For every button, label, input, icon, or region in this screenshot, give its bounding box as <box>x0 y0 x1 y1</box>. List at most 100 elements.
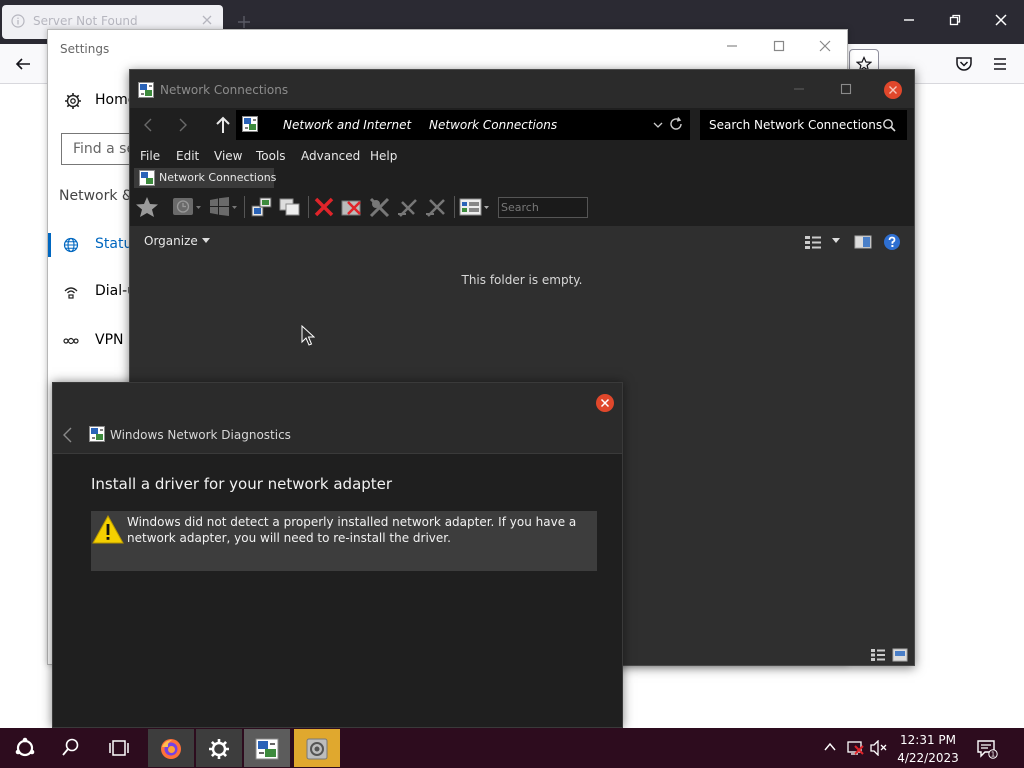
details-view-icon[interactable] <box>870 648 886 662</box>
disconnect-icon[interactable] <box>368 196 392 218</box>
network-connections-icon <box>255 738 279 760</box>
large-icons-view-icon[interactable] <box>892 648 908 662</box>
settings-minimize-button[interactable] <box>725 39 739 53</box>
nc-tab-label: Network Connections <box>159 171 277 184</box>
nc-tab[interactable]: Network Connections <box>134 168 277 188</box>
browser-tab-title: Server Not Found <box>33 14 138 28</box>
notifications-icon[interactable]: 1 <box>976 739 998 759</box>
remove-connection-icon[interactable] <box>424 196 448 218</box>
back-arrow-icon[interactable] <box>140 117 156 133</box>
diagnostics-title: Windows Network Diagnostics <box>110 428 291 442</box>
new-tab-button[interactable] <box>236 14 252 30</box>
close-tab-icon[interactable] <box>200 13 214 27</box>
taskbar: 12:31 PM 4/22/2023 1 <box>0 728 1024 768</box>
network-diagnostics-dialog: Windows Network Diagnostics Install a dr… <box>52 382 623 728</box>
menu-edit[interactable]: Edit <box>176 149 199 163</box>
browser-restore-button[interactable] <box>947 12 963 28</box>
diagnostics-gear-icon <box>306 738 328 760</box>
view-options-icon[interactable] <box>459 196 491 218</box>
pocket-icon[interactable] <box>955 56 973 72</box>
settings-section-heading: Network & <box>59 188 133 204</box>
cut-connection-icon[interactable] <box>396 196 420 218</box>
nav-selected-indicator <box>48 233 51 257</box>
preview-pane-icon[interactable] <box>854 234 872 250</box>
taskbar-firefox[interactable] <box>148 729 194 767</box>
chevron-down-icon[interactable] <box>202 238 210 244</box>
delete-red-x-icon[interactable] <box>313 196 335 218</box>
task-view-button[interactable] <box>96 728 142 768</box>
history-clock-icon[interactable] <box>172 196 202 218</box>
connect-icon[interactable] <box>250 196 274 218</box>
diagnostics-header: Windows Network Diagnostics <box>53 383 622 454</box>
taskbar-settings[interactable] <box>196 729 242 767</box>
breadcrumb-network-and-internet[interactable]: Network and Internet <box>283 118 411 132</box>
favorite-star-icon[interactable] <box>134 196 160 218</box>
hamburger-menu-icon[interactable] <box>992 57 1008 71</box>
volume-muted-icon[interactable] <box>870 740 888 756</box>
menu-tools[interactable]: Tools <box>256 149 286 163</box>
home-gear-icon <box>64 92 82 110</box>
settings-window-title: Settings <box>60 42 110 56</box>
search-icon <box>62 738 79 756</box>
network-connections-icon <box>139 170 155 186</box>
vpn-icon <box>63 333 79 349</box>
windows-logo-icon[interactable] <box>208 196 238 218</box>
warning-icon <box>92 514 124 544</box>
nc-search-input[interactable]: Search Network Connections <box>700 110 907 140</box>
toolbar-separator <box>308 196 309 218</box>
forward-arrow-icon[interactable] <box>175 117 191 133</box>
taskbar-network-diagnostics[interactable] <box>294 729 340 767</box>
settings-nav-status[interactable]: Status <box>48 230 140 260</box>
start-button[interactable] <box>2 728 48 768</box>
settings-search-placeholder: Find a se <box>73 141 136 157</box>
refresh-icon[interactable] <box>668 116 684 132</box>
copy-connection-icon[interactable] <box>278 196 302 218</box>
diag-close-button[interactable] <box>595 393 615 413</box>
chevron-down-icon[interactable] <box>652 120 664 130</box>
nc-search-placeholder: Search Network Connections <box>709 118 883 132</box>
tray-clock-time[interactable]: 12:31 PM <box>896 733 960 747</box>
back-arrow-icon[interactable] <box>14 55 32 73</box>
tray-clock-date[interactable]: 4/22/2023 <box>896 751 960 765</box>
menu-advanced[interactable]: Advanced <box>301 149 360 163</box>
nc-tab-strip: Network Connections <box>130 168 914 188</box>
nav-vpn-label: VPN <box>95 332 124 348</box>
organize-button[interactable]: Organize <box>144 234 198 248</box>
disable-connection-icon[interactable] <box>340 196 364 218</box>
toolbar-separator <box>244 196 245 218</box>
up-arrow-icon[interactable] <box>214 115 232 135</box>
browser-minimize-button[interactable] <box>901 12 917 28</box>
back-arrow-icon[interactable] <box>61 426 75 444</box>
network-disconnected-icon[interactable] <box>846 740 866 756</box>
chevron-down-icon[interactable] <box>832 238 840 244</box>
nc-toolbar: Search <box>130 188 914 226</box>
view-layout-icon[interactable] <box>804 234 822 250</box>
browser-close-button[interactable] <box>993 12 1009 28</box>
gear-icon <box>209 739 229 759</box>
menu-help[interactable]: Help <box>370 149 397 163</box>
nc-breadcrumb-path[interactable]: Network and Internet Network Connections <box>236 110 690 140</box>
breadcrumb-network-connections[interactable]: Network Connections <box>429 118 557 132</box>
mouse-cursor-icon <box>301 325 315 347</box>
settings-maximize-button[interactable] <box>772 39 786 53</box>
taskbar-network-connections[interactable] <box>244 729 290 767</box>
taskbar-search-button[interactable] <box>48 728 94 768</box>
diagnostics-message-box: Windows did not detect a properly instal… <box>91 511 597 571</box>
nc-maximize-button[interactable] <box>839 82 853 96</box>
nc-close-button[interactable] <box>883 80 903 100</box>
nc-menu-bar: File Edit View Tools Advanced Help <box>130 146 914 168</box>
help-icon[interactable] <box>883 233 901 251</box>
nc-minimize-button[interactable] <box>792 82 806 96</box>
settings-close-button[interactable] <box>818 39 832 53</box>
network-connections-icon <box>242 116 258 132</box>
ubuntu-logo-icon <box>15 737 35 757</box>
settings-nav-dialup[interactable]: Dial-u <box>48 277 138 307</box>
settings-nav-vpn[interactable]: VPN <box>48 326 138 356</box>
toolbar-search-input[interactable]: Search <box>498 197 588 218</box>
diagnostics-heading: Install a driver for your network adapte… <box>91 475 393 493</box>
toolbar-separator <box>454 196 455 218</box>
menu-file[interactable]: File <box>140 149 160 163</box>
menu-view[interactable]: View <box>214 149 242 163</box>
tray-chevron-up-icon[interactable] <box>823 740 837 754</box>
diagnostics-message: Windows did not detect a properly instal… <box>127 515 577 545</box>
